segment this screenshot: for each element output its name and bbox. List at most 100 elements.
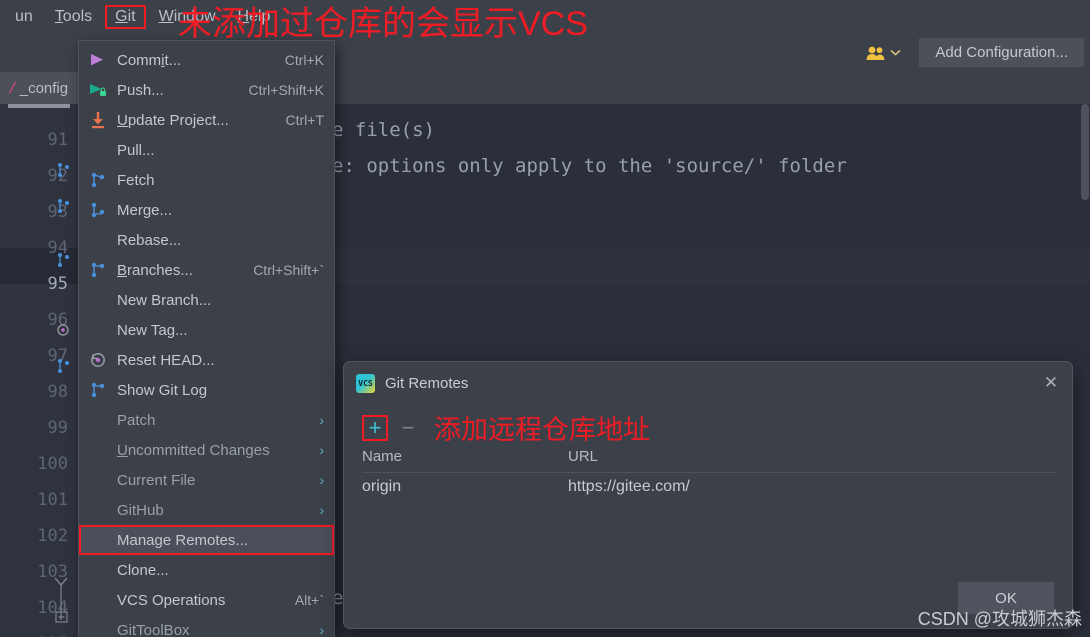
fetch-branch-icon bbox=[89, 171, 107, 189]
menu-item-patch[interactable]: Patch › bbox=[79, 405, 334, 435]
ok-button[interactable]: OK bbox=[958, 582, 1054, 614]
menu-item-label: Push... bbox=[117, 81, 164, 99]
menu-item-label: Pull... bbox=[117, 141, 155, 159]
people-icon bbox=[867, 46, 885, 60]
table-row[interactable]: origin https://gitee.com/ bbox=[344, 474, 1072, 502]
menu-item-update-project[interactable]: Update Project... Ctrl+T bbox=[79, 105, 334, 135]
line-number: 99 bbox=[47, 418, 68, 438]
git-log-icon bbox=[89, 381, 107, 399]
menubar-item-tools[interactable]: Tools bbox=[44, 6, 103, 28]
menu-item-label: Rebase... bbox=[117, 231, 182, 249]
menu-item-new-tag[interactable]: New Tag... bbox=[79, 315, 334, 345]
menu-item-clone[interactable]: Clone... bbox=[79, 555, 334, 585]
gutter-scroll-indicator bbox=[8, 104, 70, 108]
menu-item-label: Commit... bbox=[117, 51, 182, 69]
menu-item-label: Branches... bbox=[117, 261, 193, 279]
table-divider bbox=[362, 472, 1056, 473]
push-arrow-icon bbox=[89, 81, 107, 99]
menu-item-reset-head[interactable]: Reset HEAD... bbox=[79, 345, 334, 375]
menubar-item-un[interactable]: un bbox=[4, 6, 44, 28]
menu-item-label: Merge... bbox=[117, 201, 173, 219]
vcs-branch-marker-icon bbox=[58, 199, 69, 213]
menu-item-shortcut: Ctrl+T bbox=[285, 112, 325, 128]
menu-item-label: Patch bbox=[117, 411, 156, 429]
branches-icon bbox=[89, 261, 107, 279]
people-button[interactable] bbox=[858, 41, 909, 65]
code-fold-marker-icon[interactable] bbox=[52, 576, 70, 624]
editor-gutter[interactable]: 919293949596979899100101102103104105 bbox=[0, 104, 78, 637]
menubar-item-git[interactable]: Git bbox=[105, 5, 146, 29]
menu-item-shortcut: Ctrl+Shift+` bbox=[253, 262, 324, 278]
code-line: e file(s) bbox=[332, 119, 435, 141]
menu-item-pull[interactable]: Pull... bbox=[79, 135, 334, 165]
menu-item-uncommitted-changes[interactable]: Uncommitted Changes › bbox=[79, 435, 334, 465]
menu-item-show-git-log[interactable]: Show Git Log bbox=[79, 375, 334, 405]
menu-item-commit[interactable]: Commit... Ctrl+K bbox=[79, 45, 334, 75]
menu-item-shortcut: Ctrl+Shift+K bbox=[248, 82, 324, 98]
menu-item-label: GitHub bbox=[117, 501, 164, 519]
dialog-annotation: 添加远程仓库地址 bbox=[434, 415, 650, 445]
menu-item-shortcut: Ctrl+K bbox=[284, 52, 324, 68]
menu-item-label: Uncommitted Changes bbox=[117, 441, 270, 459]
menu-item-gittoolbox[interactable]: GitToolBox › bbox=[79, 615, 334, 637]
line-number: 102 bbox=[37, 526, 68, 546]
remove-remote-button[interactable]: − bbox=[398, 415, 418, 441]
line-number: 91 bbox=[47, 130, 68, 150]
commit-arrow-icon bbox=[89, 51, 107, 69]
add-configuration-button[interactable]: Add Configuration... bbox=[919, 38, 1084, 67]
menu-item-label: New Tag... bbox=[117, 321, 188, 339]
git-remotes-dialog[interactable]: VCS Git Remotes ✕ + − 添加远程仓库地址 Name URL … bbox=[343, 361, 1073, 629]
tab-label: _config bbox=[19, 79, 69, 97]
menu-item-github[interactable]: GitHub › bbox=[79, 495, 334, 525]
remotes-table-header: Name URL bbox=[344, 446, 1072, 472]
git-dropdown-menu[interactable]: Commit... Ctrl+K Push... Ctrl+Shift+K Update… bbox=[78, 40, 335, 637]
add-remote-button[interactable]: + bbox=[362, 414, 388, 441]
menu-item-current-file[interactable]: Current File › bbox=[79, 465, 334, 495]
menu-item-label: VCS Operations bbox=[117, 591, 226, 609]
menu-item-label: Show Git Log bbox=[117, 381, 208, 399]
scrollbar-thumb[interactable] bbox=[1081, 104, 1089, 200]
menu-bar: un Tools Git Window Help bbox=[0, 0, 1090, 34]
menu-item-merge[interactable]: Merge... bbox=[79, 195, 334, 225]
vcs-branch-marker-icon bbox=[58, 253, 69, 267]
menu-item-shortcut: Alt+` bbox=[294, 592, 324, 608]
yaml-file-icon: / bbox=[10, 78, 15, 97]
menu-item-branches[interactable]: Branches... Ctrl+Shift+` bbox=[79, 255, 334, 285]
line-number: 105 bbox=[0, 626, 68, 637]
menu-item-fetch[interactable]: Fetch bbox=[79, 165, 334, 195]
chevron-right-icon: › bbox=[319, 412, 324, 428]
menu-item-label: Clone... bbox=[117, 561, 169, 579]
column-header-name: Name bbox=[362, 448, 403, 465]
editor-scrollbar[interactable] bbox=[1079, 104, 1090, 637]
chevron-right-icon: › bbox=[319, 442, 324, 458]
code-line: e: options only apply to the 'source/' f… bbox=[332, 155, 847, 177]
vcs-branch-marker-icon bbox=[58, 359, 69, 373]
chevron-right-icon: › bbox=[319, 472, 324, 488]
menu-item-new-branch[interactable]: New Branch... bbox=[79, 285, 334, 315]
menu-item-label: Fetch bbox=[117, 171, 155, 189]
menu-item-label: GitToolBox bbox=[117, 621, 190, 637]
cell-remote-name: origin bbox=[362, 478, 402, 495]
line-number: 101 bbox=[37, 490, 68, 510]
menu-item-label: New Branch... bbox=[117, 291, 212, 309]
chevron-right-icon: › bbox=[319, 622, 324, 637]
menu-item-label: Update Project... bbox=[117, 111, 229, 129]
menu-item-manage-remotes[interactable]: Manage Remotes... bbox=[79, 525, 334, 555]
menu-item-label: Manage Remotes... bbox=[117, 531, 248, 549]
close-icon[interactable]: ✕ bbox=[1042, 373, 1060, 392]
menu-item-label: Reset HEAD... bbox=[117, 351, 215, 369]
ide-window: ...hexo-jason-blog] - _config.yml unTool… bbox=[0, 0, 1090, 637]
menu-item-push[interactable]: Push... Ctrl+Shift+K bbox=[79, 75, 334, 105]
tab-config-yml[interactable]: / _config bbox=[0, 72, 79, 104]
menu-item-vcs-operations[interactable]: VCS Operations Alt+` bbox=[79, 585, 334, 615]
dialog-toolbar: + − 添加远程仓库地址 bbox=[362, 408, 650, 447]
menubar-item-window[interactable]: Window bbox=[148, 6, 227, 28]
line-number: 95 bbox=[47, 274, 68, 294]
menubar-item-help[interactable]: Help bbox=[227, 6, 282, 28]
menu-item-label: Current File bbox=[117, 471, 196, 489]
merge-branch-icon bbox=[89, 201, 107, 219]
menu-item-rebase[interactable]: Rebase... bbox=[79, 225, 334, 255]
line-number: 100 bbox=[37, 454, 68, 474]
column-header-url: URL bbox=[568, 448, 599, 465]
line-number: 98 bbox=[47, 382, 68, 402]
